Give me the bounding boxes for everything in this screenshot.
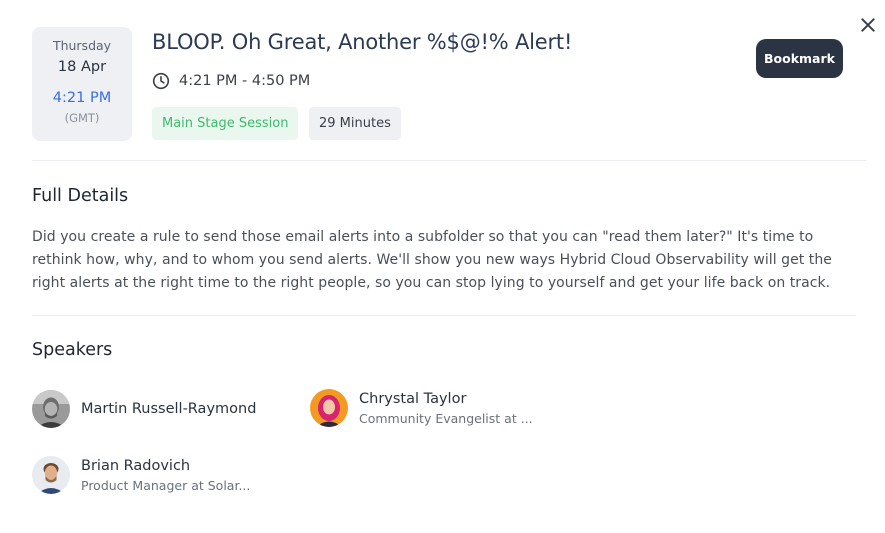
speaker-name: Brian Radovich [81, 457, 191, 474]
date-weekday: Thursday [52, 38, 112, 53]
bookmark-button[interactable]: Bookmark [756, 39, 843, 78]
speakers-heading: Speakers [32, 340, 113, 360]
session-title: BLOOP. Oh Great, Another %$@!% Alert! [152, 30, 573, 54]
avatar [32, 456, 70, 494]
speaker-role: Product Manager at Solar... [81, 477, 251, 493]
date-day-month: 18 Apr [57, 59, 107, 75]
speaker-name: Chrystal Taylor [359, 390, 467, 407]
speaker-role: Community Evangelist at ... [359, 410, 533, 426]
full-details-heading: Full Details [32, 186, 129, 206]
speaker-card[interactable]: Brian Radovich Product Manager at Solar.… [32, 456, 250, 494]
divider [32, 160, 866, 161]
date-timezone: (GMT) [64, 111, 100, 125]
stage-tag: Main Stage Session [152, 107, 299, 140]
close-icon[interactable] [857, 14, 879, 36]
avatar [32, 390, 70, 428]
clock-icon [152, 72, 170, 90]
speaker-card[interactable]: Chrystal Taylor Community Evangelist at … [310, 389, 533, 427]
speaker-card[interactable]: Martin Russell-Raymond [32, 390, 256, 428]
session-time: 4:21 PM - 4:50 PM [152, 71, 310, 91]
session-time-range: 4:21 PM - 4:50 PM [179, 73, 311, 89]
date-local-time: 4:21 PM [52, 90, 112, 106]
avatar [310, 389, 348, 427]
duration-tag: 29 Minutes [309, 107, 401, 140]
session-modal: Thursday 18 Apr 4:21 PM (GMT) BLOOP. Oh … [0, 0, 885, 533]
date-card: Thursday 18 Apr 4:21 PM (GMT) [32, 27, 132, 141]
session-description: Did you create a rule to send those emai… [32, 229, 832, 291]
divider [32, 315, 856, 316]
speaker-name: Martin Russell-Raymond [81, 401, 257, 417]
